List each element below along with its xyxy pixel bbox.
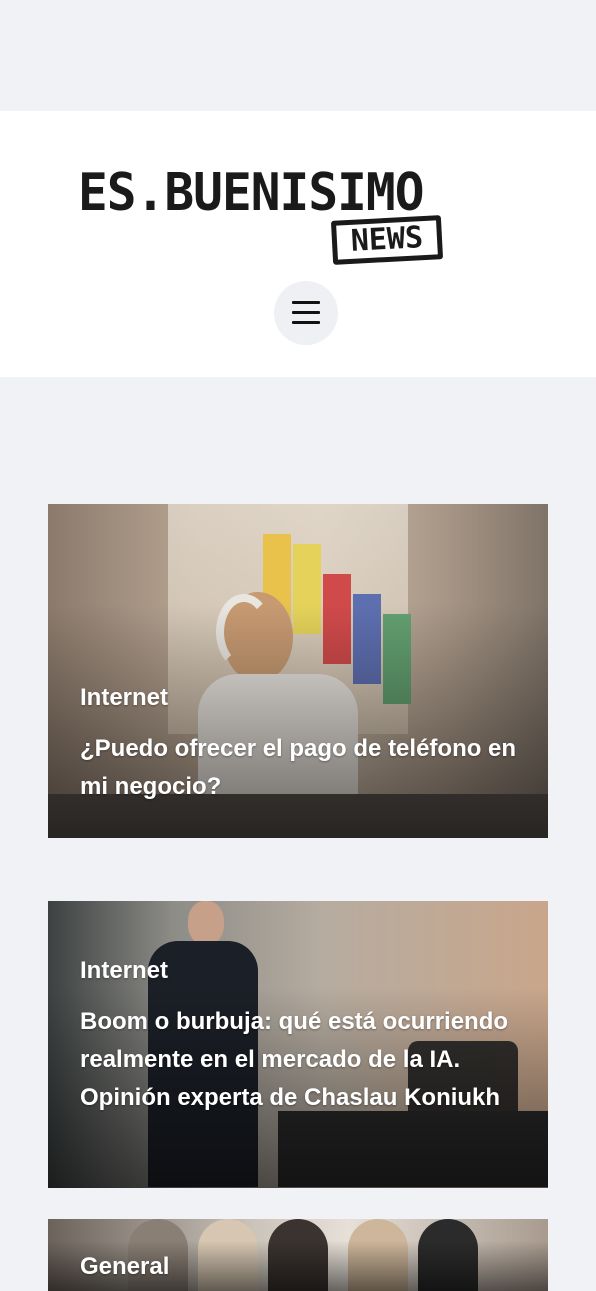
- site-logo[interactable]: ES.BUENISIMO NEWS: [70, 158, 526, 270]
- logo-news-badge: NEWS: [330, 215, 444, 265]
- hamburger-icon-line: [292, 311, 320, 314]
- article-category[interactable]: Internet: [80, 957, 168, 985]
- article-card[interactable]: Internet ¿Puedo ofrecer el pago de teléf…: [48, 504, 548, 838]
- article-card[interactable]: General: [48, 1219, 548, 1291]
- hamburger-icon: [292, 301, 320, 304]
- site-header: ES.BUENISIMO NEWS: [0, 111, 596, 377]
- article-category[interactable]: General: [80, 1253, 169, 1281]
- article-title[interactable]: Boom o burbuja: qué está ocurriendo real…: [80, 1003, 520, 1117]
- hamburger-icon-line: [292, 321, 320, 324]
- article-title[interactable]: ¿Puedo ofrecer el pago de teléfono en mi…: [80, 730, 520, 806]
- menu-button[interactable]: [274, 281, 338, 345]
- article-category[interactable]: Internet: [80, 684, 168, 712]
- article-card[interactable]: Internet Boom o burbuja: qué está ocurri…: [48, 901, 548, 1188]
